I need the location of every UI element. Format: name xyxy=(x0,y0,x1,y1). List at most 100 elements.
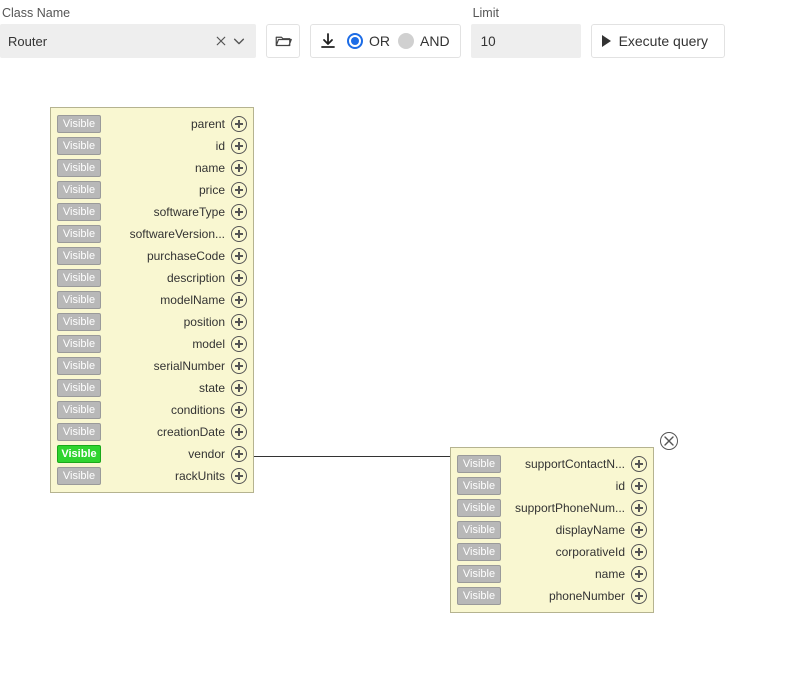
add-filter-icon[interactable] xyxy=(231,226,247,242)
close-entity-icon[interactable] xyxy=(660,432,678,450)
visible-toggle[interactable]: Visible xyxy=(457,565,501,583)
open-folder-button[interactable] xyxy=(266,24,300,58)
attr-row: VisiblecorporativeId xyxy=(457,542,647,562)
visible-toggle[interactable]: Visible xyxy=(57,181,101,199)
entity-box-router[interactable]: VisibleparentVisibleidVisiblenameVisible… xyxy=(50,107,254,493)
add-filter-icon[interactable] xyxy=(631,500,647,516)
attr-row: Visible creationDate xyxy=(57,422,247,442)
attr-row: Visible conditions xyxy=(57,400,247,420)
visible-toggle[interactable]: Visible xyxy=(457,587,501,605)
visible-toggle[interactable]: Visible xyxy=(457,499,501,517)
add-filter-icon[interactable] xyxy=(231,424,247,440)
class-name-field: Class Name Router xyxy=(0,6,256,58)
attr-name: model xyxy=(107,337,231,351)
add-filter-icon[interactable] xyxy=(631,566,647,582)
add-filter-icon[interactable] xyxy=(631,478,647,494)
visible-toggle[interactable]: Visible xyxy=(57,401,101,419)
visible-toggle[interactable]: Visible xyxy=(457,521,501,539)
attr-row: VisibledisplayName xyxy=(457,520,647,540)
clear-icon[interactable] xyxy=(212,32,230,50)
visible-toggle[interactable]: Visible xyxy=(57,335,101,353)
visible-toggle[interactable]: Visible xyxy=(57,225,101,243)
visible-toggle[interactable]: Visible xyxy=(457,455,501,473)
class-name-label: Class Name xyxy=(0,6,256,20)
add-filter-icon[interactable] xyxy=(231,358,247,374)
add-filter-icon[interactable] xyxy=(231,116,247,132)
visible-toggle[interactable]: Visible xyxy=(457,543,501,561)
logic-radio-group: OR AND xyxy=(310,24,461,58)
visible-toggle[interactable]: Visible xyxy=(57,203,101,221)
class-name-select[interactable]: Router xyxy=(0,24,256,58)
visible-toggle[interactable]: Visible xyxy=(457,477,501,495)
add-filter-icon[interactable] xyxy=(231,380,247,396)
add-filter-icon[interactable] xyxy=(231,160,247,176)
attr-row: Visiblename xyxy=(57,158,247,178)
add-filter-icon[interactable] xyxy=(231,402,247,418)
visible-toggle[interactable]: Visible xyxy=(57,269,101,287)
folder-open-icon xyxy=(274,32,292,50)
limit-label: Limit xyxy=(471,6,581,20)
attr-name: rackUnits xyxy=(107,469,231,483)
visible-toggle[interactable]: Visible xyxy=(57,291,101,309)
query-canvas[interactable]: VisibleparentVisibleidVisiblename Visible… xyxy=(0,70,805,690)
add-filter-icon[interactable] xyxy=(231,204,247,220)
visible-toggle[interactable]: Visible xyxy=(57,313,101,331)
radio-and-label: AND xyxy=(420,33,450,49)
visible-toggle[interactable]: Visible xyxy=(57,115,101,133)
execute-query-button[interactable]: Execute query xyxy=(591,24,726,58)
attr-name: description xyxy=(107,271,231,285)
download-icon[interactable] xyxy=(319,32,337,50)
visible-toggle[interactable]: Visible xyxy=(57,137,101,155)
class-name-value: Router xyxy=(8,34,212,49)
add-filter-icon[interactable] xyxy=(631,544,647,560)
visible-toggle[interactable]: Visible xyxy=(57,357,101,375)
attr-name: creationDate xyxy=(107,425,231,439)
add-filter-icon[interactable] xyxy=(231,138,247,154)
attr-name: vendor xyxy=(107,447,231,461)
add-filter-icon[interactable] xyxy=(231,446,247,462)
chevron-down-icon[interactable] xyxy=(230,32,248,50)
visible-toggle[interactable]: Visible xyxy=(57,423,101,441)
attr-name: conditions xyxy=(107,403,231,417)
attr-row: Visible softwareType xyxy=(57,202,247,222)
attr-name: supportContactN... xyxy=(507,457,631,471)
add-filter-icon[interactable] xyxy=(231,314,247,330)
attr-name: softwareVersion... xyxy=(107,227,231,241)
attr-row: Visible rackUnits xyxy=(57,466,247,486)
attr-name: price xyxy=(107,183,231,197)
add-filter-icon[interactable] xyxy=(231,270,247,286)
attr-name: serialNumber xyxy=(107,359,231,373)
attr-row: VisiblemodelName xyxy=(57,290,247,310)
add-filter-icon[interactable] xyxy=(631,522,647,538)
attr-row: Visible model xyxy=(57,334,247,354)
add-filter-icon[interactable] xyxy=(231,248,247,264)
entity-box-vendor[interactable]: VisiblesupportContactN...VisibleidVisibl… xyxy=(450,447,654,613)
limit-field: Limit xyxy=(471,6,581,58)
radio-or[interactable]: OR xyxy=(347,33,390,49)
add-filter-icon[interactable] xyxy=(231,292,247,308)
attr-row: Visibleid xyxy=(57,136,247,156)
play-icon xyxy=(602,35,611,47)
attr-row: Visibleparent xyxy=(57,114,247,134)
attr-name: softwareType xyxy=(107,205,231,219)
radio-or-label: OR xyxy=(369,33,390,49)
relation-line xyxy=(254,456,450,457)
execute-label: Execute query xyxy=(619,33,709,49)
limit-input[interactable] xyxy=(471,24,581,58)
add-filter-icon[interactable] xyxy=(631,588,647,604)
add-filter-icon[interactable] xyxy=(631,456,647,472)
visible-toggle[interactable]: Visible xyxy=(57,445,101,463)
add-filter-icon[interactable] xyxy=(231,182,247,198)
attr-row: Visible phoneNumber xyxy=(457,586,647,606)
add-filter-icon[interactable] xyxy=(231,468,247,484)
radio-and[interactable]: AND xyxy=(398,33,450,49)
radio-dot-or xyxy=(347,33,363,49)
attr-row: Visibleposition xyxy=(57,312,247,332)
visible-toggle[interactable]: Visible xyxy=(57,467,101,485)
visible-toggle[interactable]: Visible xyxy=(57,379,101,397)
add-filter-icon[interactable] xyxy=(231,336,247,352)
visible-toggle[interactable]: Visible xyxy=(57,159,101,177)
visible-toggle[interactable]: Visible xyxy=(57,247,101,265)
attr-name: phoneNumber xyxy=(507,589,631,603)
attr-row: Visible supportContactN... xyxy=(457,454,647,474)
